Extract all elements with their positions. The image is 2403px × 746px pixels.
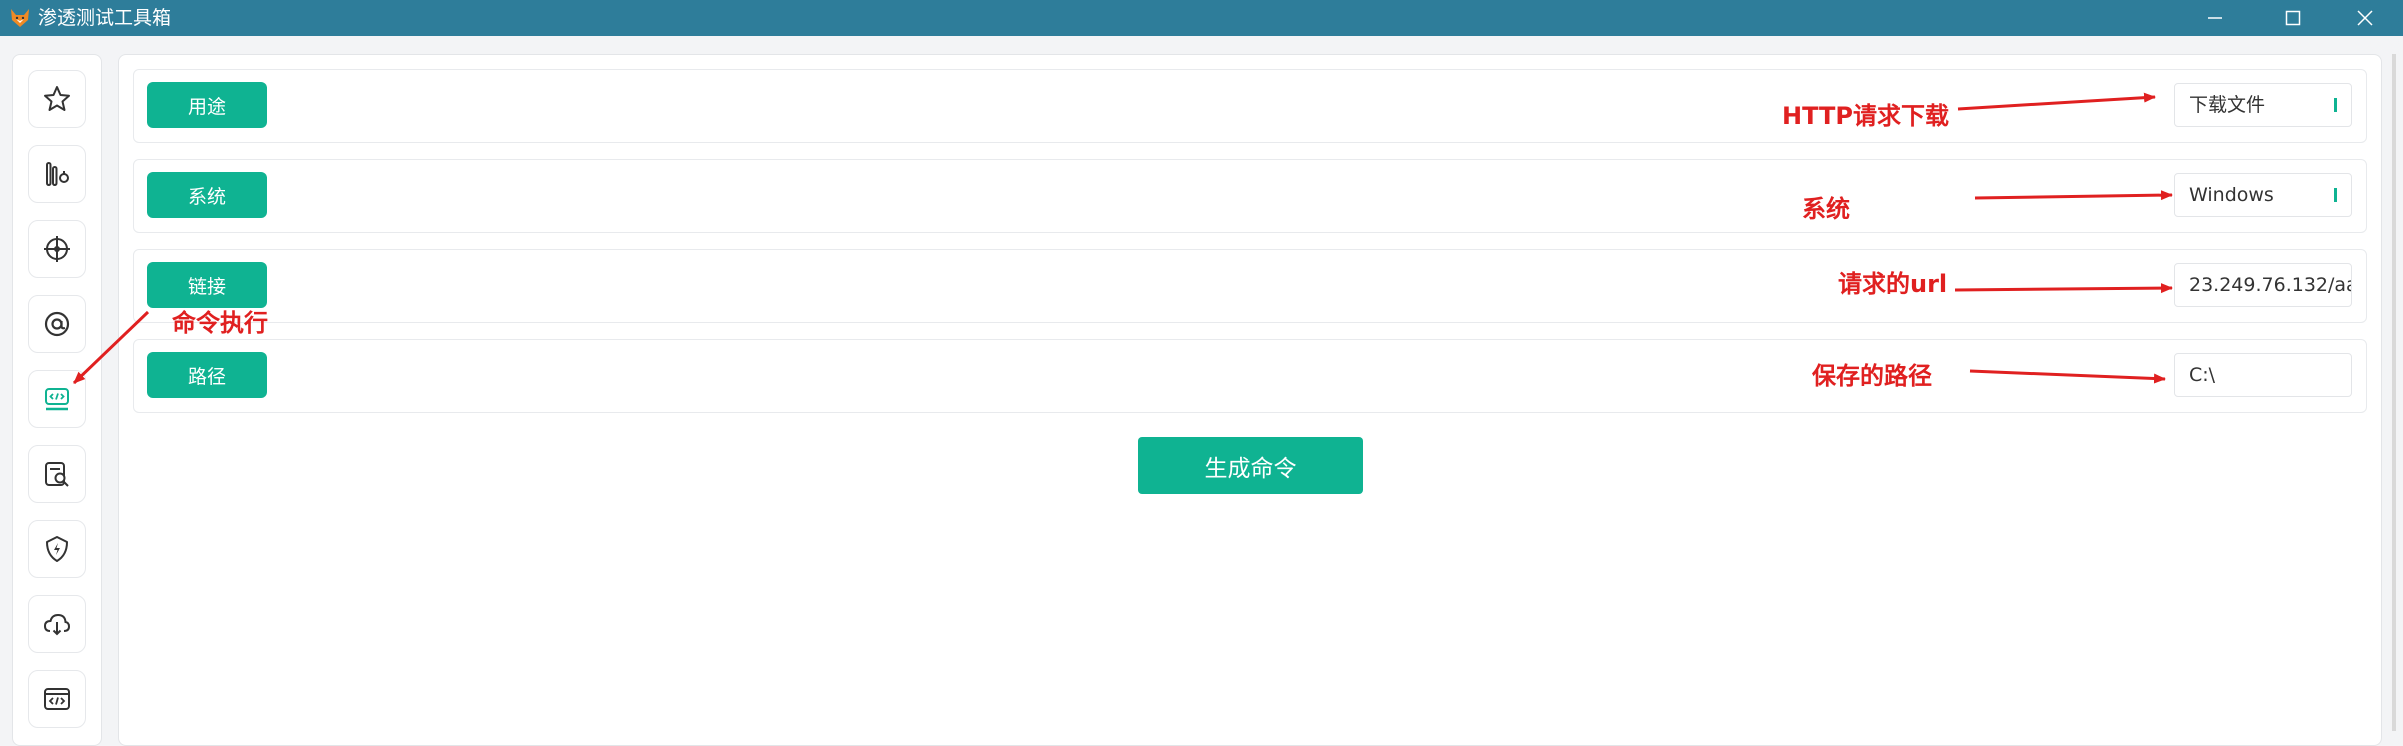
purpose-label-button[interactable]: 用途: [147, 82, 267, 128]
window-title: 渗透测试工具箱: [38, 7, 172, 29]
search-document-icon: [45, 462, 69, 487]
code-monitor-icon: [45, 388, 69, 411]
system-label-button[interactable]: 系统: [147, 172, 267, 218]
minimize-button[interactable]: [2185, 0, 2245, 36]
system-select[interactable]: Windows: [2174, 173, 2352, 217]
form-row-system: 系统 Windows: [133, 159, 2367, 233]
annotation-command-exec: 命令执行: [172, 309, 268, 337]
close-icon: [2357, 10, 2373, 26]
crosshair-icon: [44, 236, 70, 262]
url-input[interactable]: 23.249.76.132/aaa: [2174, 263, 2352, 307]
close-button[interactable]: [2335, 0, 2395, 36]
minimize-icon: [2208, 17, 2222, 19]
sidebar: [12, 54, 102, 746]
star-icon: [44, 86, 70, 111]
path-input[interactable]: C:\: [2174, 353, 2352, 397]
annotation-path: 保存的路径: [1812, 362, 1932, 390]
annotation-url: 请求的url: [1838, 270, 1948, 298]
window-edge-scrollbar: [2392, 54, 2396, 731]
sidebar-item-security[interactable]: [28, 520, 86, 578]
code-window-icon: [44, 688, 70, 710]
maximize-icon: [2285, 10, 2301, 26]
main-panel: 用途 下载文件 系统 Windows 链接 23.249.76.132/aaa …: [118, 54, 2382, 746]
shield-bolt-icon: [46, 536, 68, 562]
sidebar-item-favorites[interactable]: [28, 70, 86, 128]
sidebar-item-download[interactable]: [28, 595, 86, 653]
equalizer-icon: [46, 162, 69, 186]
maximize-button[interactable]: [2263, 0, 2323, 36]
form-row-path: 路径 C:\: [133, 339, 2367, 413]
sidebar-item-mail[interactable]: [28, 295, 86, 353]
purpose-select[interactable]: 下载文件: [2174, 83, 2352, 127]
fox-app-icon: [11, 9, 29, 27]
annotation-system: 系统: [1802, 195, 1850, 223]
sidebar-item-search[interactable]: [28, 445, 86, 503]
title-bar: 渗透测试工具箱: [0, 0, 2403, 36]
link-label-button[interactable]: 链接: [147, 262, 267, 308]
at-sign-icon: [44, 311, 70, 337]
path-label-button[interactable]: 路径: [147, 352, 267, 398]
form-row-purpose: 用途 下载文件: [133, 69, 2367, 143]
sidebar-item-tools[interactable]: [28, 145, 86, 203]
sidebar-item-command-exec[interactable]: [28, 370, 86, 428]
generate-command-button[interactable]: 生成命令: [1138, 437, 1363, 494]
form-row-link: 链接 23.249.76.132/aaa: [133, 249, 2367, 323]
sidebar-item-target[interactable]: [28, 220, 86, 278]
annotation-purpose: HTTP请求下载: [1782, 102, 1949, 130]
sidebar-item-code[interactable]: [28, 670, 86, 728]
cloud-download-icon: [43, 613, 71, 636]
